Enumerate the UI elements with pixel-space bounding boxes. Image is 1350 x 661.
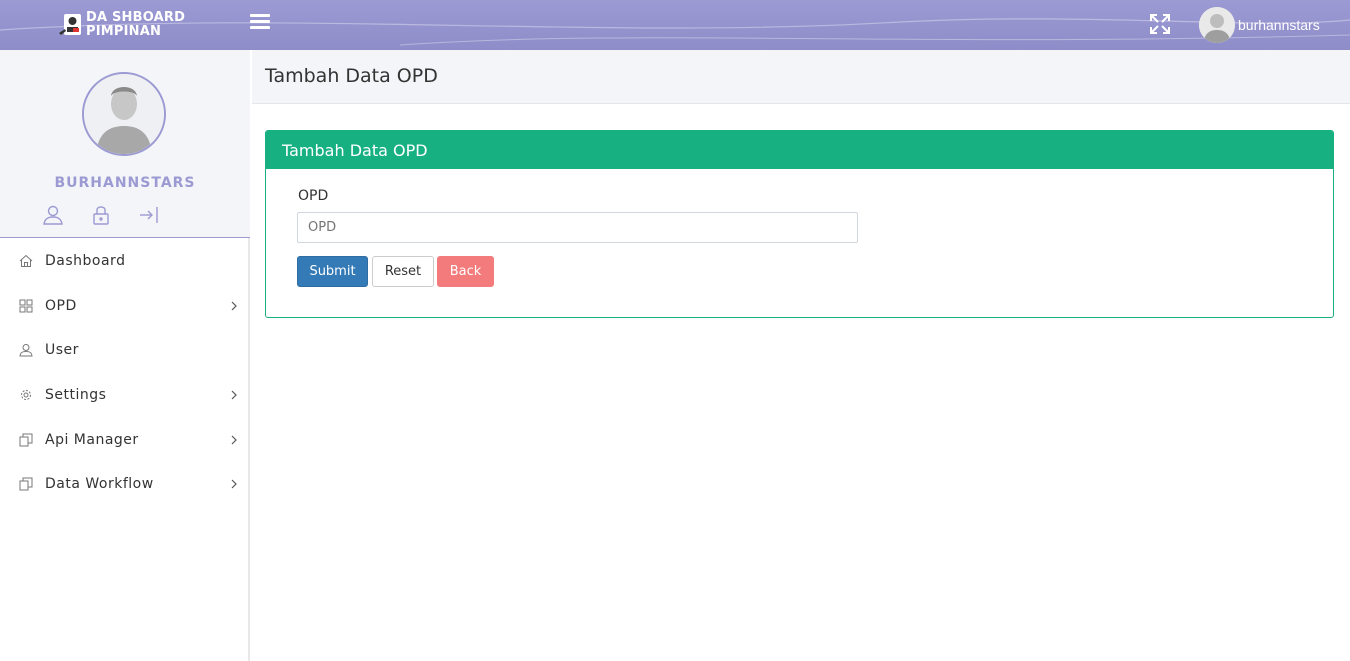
- profile-name: BURHANNSTARS: [54, 175, 196, 191]
- grid-icon: [19, 299, 33, 313]
- sidebar-item-label: Api Manager: [45, 431, 139, 448]
- profile-avatar: [82, 72, 166, 156]
- avatar: [1199, 7, 1235, 43]
- sidebar: BURHANNSTARS Dashboard OPD User Settings…: [0, 50, 250, 661]
- user-icon: [19, 344, 33, 357]
- reset-button[interactable]: Reset: [372, 256, 434, 287]
- back-button[interactable]: Back: [437, 256, 494, 287]
- card-header: Tambah Data OPD: [266, 131, 1333, 169]
- logo-text-line2: PIMPINAN: [86, 24, 162, 39]
- chevron-right-icon: [231, 390, 237, 400]
- card-title: Tambah Data OPD: [282, 140, 428, 160]
- home-icon: [19, 255, 33, 268]
- chevron-right-icon: [231, 479, 237, 489]
- gear-icon: [21, 390, 31, 401]
- sidebar-item-label: Dashboard: [45, 253, 126, 270]
- top-navbar: DA SHBOARD PIMPINAN burhannstars: [0, 0, 1350, 50]
- sidebar-nav: Dashboard OPD User Settings Api Manager …: [0, 239, 248, 507]
- sidebar-item-label: Data Workflow: [45, 476, 154, 493]
- opd-field-label: OPD: [298, 188, 329, 204]
- chevron-right-icon: [231, 435, 237, 445]
- sidebar-item-label: OPD: [45, 297, 77, 314]
- user-name: burhannstars: [1238, 17, 1320, 33]
- sidebar-item-opd[interactable]: OPD: [0, 284, 248, 329]
- form-card: Tambah Data OPD OPD Submit Reset Back: [265, 130, 1334, 318]
- lock-icon[interactable]: [90, 204, 112, 226]
- navbar-background-wave: [0, 18, 1350, 46]
- sidebar-item-label: Settings: [45, 387, 107, 404]
- chevron-right-icon: [231, 301, 237, 311]
- sidebar-item-label: User: [45, 342, 79, 359]
- sidebar-item-dashboard[interactable]: Dashboard: [0, 239, 248, 284]
- sidebar-item-user[interactable]: User: [0, 328, 248, 373]
- app-logo[interactable]: DA SHBOARD PIMPINAN: [58, 9, 198, 41]
- logo-text-line1: DA SHBOARD: [86, 10, 186, 25]
- logo-icon: [58, 11, 84, 39]
- copy-icon: [19, 477, 33, 491]
- user-menu[interactable]: burhannstars: [1199, 7, 1320, 43]
- opd-input[interactable]: [297, 212, 858, 243]
- page-title: Tambah Data OPD: [265, 65, 438, 87]
- sidebar-item-settings[interactable]: Settings: [0, 373, 248, 418]
- sidebar-item-data-workflow[interactable]: Data Workflow: [0, 462, 248, 507]
- sidebar-profile: BURHANNSTARS: [0, 50, 250, 238]
- profile-user-icon[interactable]: [42, 204, 64, 226]
- sidebar-item-api-manager[interactable]: Api Manager: [0, 417, 248, 462]
- page-header: Tambah Data OPD: [252, 50, 1350, 104]
- copy-icon: [19, 433, 33, 447]
- fullscreen-icon[interactable]: [1149, 13, 1171, 35]
- submit-button[interactable]: Submit: [297, 256, 368, 287]
- logout-icon[interactable]: [138, 204, 160, 226]
- sidebar-toggle-hamburger-icon[interactable]: [250, 14, 270, 34]
